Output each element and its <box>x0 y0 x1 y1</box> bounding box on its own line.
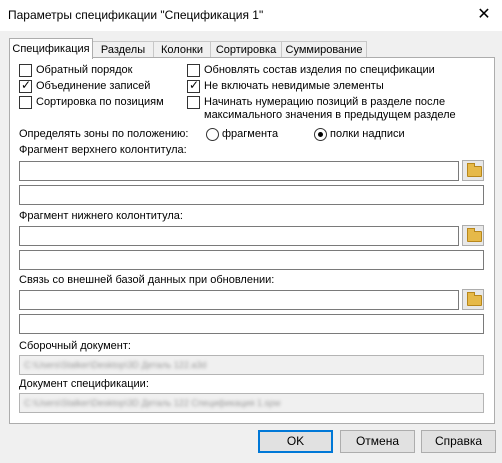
tab-label: Сортировка <box>215 44 277 56</box>
external-db-browse-button[interactable] <box>462 289 484 310</box>
start-numbering-label-line1: Начинать нумерацию позиций в разделе пос… <box>204 96 446 108</box>
assembly-doc-field: C:\Users\Stalker\Desktop\3D Деталь 122.a… <box>19 355 484 375</box>
help-button[interactable]: Справка <box>421 430 496 453</box>
ok-button[interactable]: OK <box>258 430 333 453</box>
assembly-doc-label: Сборочный документ: <box>19 340 131 352</box>
header-fragment-label: Фрагмент верхнего колонтитула: <box>19 144 187 156</box>
footer-fragment-label: Фрагмент нижнего колонтитула: <box>19 210 183 222</box>
merge-records-label: Объединение записей <box>36 80 151 92</box>
exclude-invisible-label: Не включать невидимые элементы <box>204 80 384 92</box>
footer-fragment-browse-button[interactable] <box>462 225 484 246</box>
tab-summation[interactable]: Суммирование <box>281 41 367 58</box>
zones-title-shelf-radio[interactable] <box>314 128 327 141</box>
spec-doc-field: C:\Users\Stalker\Desktop\3D Деталь 122 С… <box>19 393 484 413</box>
start-numbering-label-line2: максимального значения в предыдущем разд… <box>204 109 456 121</box>
close-icon: ✕ <box>477 6 491 23</box>
folder-open-icon <box>467 292 482 306</box>
radio-dot-icon <box>318 132 323 137</box>
header-fragment-input-2[interactable] <box>19 185 484 205</box>
zones-fragment-radio[interactable] <box>206 128 219 141</box>
field-value: C:\Users\Stalker\Desktop\3D Деталь 122.a… <box>24 360 207 370</box>
header-fragment-browse-button[interactable] <box>462 160 484 181</box>
update-composition-checkbox[interactable] <box>187 64 200 77</box>
close-button[interactable]: ✕ <box>474 6 494 24</box>
field-value: C:\Users\Stalker\Desktop\3D Деталь 122 С… <box>24 398 281 408</box>
reverse-order-label: Обратный порядок <box>36 64 133 76</box>
sort-by-positions-checkbox[interactable] <box>19 96 32 109</box>
external-db-input[interactable] <box>19 290 459 310</box>
tab-label: Спецификация <box>12 43 90 55</box>
merge-records-checkbox[interactable]: ✓ <box>19 78 32 93</box>
spec-doc-label: Документ спецификации: <box>19 378 149 390</box>
zones-label: Определять зоны по положению: <box>19 128 189 140</box>
external-db-input-2[interactable] <box>19 314 484 334</box>
external-db-label: Связь со внешней базой данных при обновл… <box>19 274 275 286</box>
footer-fragment-input-2[interactable] <box>19 250 484 270</box>
window-title: Параметры спецификации "Спецификация 1" <box>8 8 264 22</box>
check-icon: ✓ <box>21 78 32 92</box>
reverse-order-checkbox[interactable] <box>19 64 32 77</box>
tab-sorting[interactable]: Сортировка <box>210 41 282 58</box>
tab-label: Колонки <box>161 44 203 56</box>
header-fragment-input[interactable] <box>19 161 459 181</box>
zones-fragment-label: фрагмента <box>222 128 279 140</box>
sort-by-positions-label: Сортировка по позициям <box>36 96 164 108</box>
tab-sections[interactable]: Разделы <box>92 41 154 58</box>
folder-open-icon <box>467 228 482 242</box>
check-icon: ✓ <box>189 78 200 92</box>
cancel-button[interactable]: Отмена <box>340 430 415 453</box>
start-numbering-checkbox[interactable] <box>187 96 200 109</box>
update-composition-label: Обновлять состав изделия по спецификации <box>204 64 435 76</box>
tab-label: Суммирование <box>285 44 363 56</box>
tab-label: Разделы <box>100 44 146 56</box>
exclude-invisible-checkbox[interactable]: ✓ <box>187 78 200 93</box>
footer-fragment-input[interactable] <box>19 226 459 246</box>
tab-specification[interactable]: Спецификация <box>9 38 93 59</box>
tab-columns[interactable]: Колонки <box>153 41 211 58</box>
zones-title-shelf-label: полки надписи <box>330 128 405 140</box>
folder-open-icon <box>467 163 482 177</box>
